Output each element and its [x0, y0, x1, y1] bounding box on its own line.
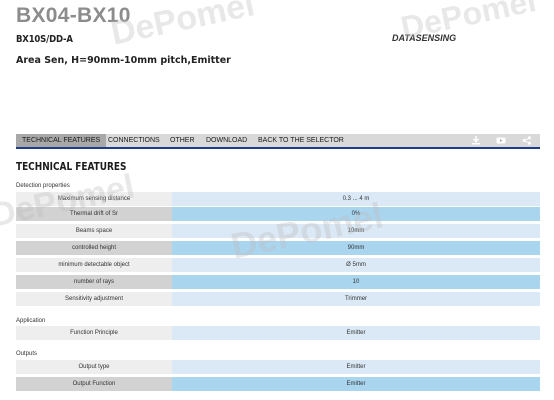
table-row: Output Function Emitter [16, 377, 540, 391]
table-row: Function Principle Emitter [16, 326, 540, 340]
row-label: Output type [16, 360, 172, 374]
section-title: TECHNICAL FEATURES [16, 161, 127, 173]
tab-download[interactable]: DOWNLOAD [206, 134, 247, 147]
row-label: Thermal drift of Sr [16, 207, 172, 221]
tab-connections[interactable]: CONNECTIONS [108, 134, 160, 147]
tab-back-to-selector[interactable]: BACK TO THE SELECTOR [258, 134, 344, 147]
row-value: Emitter [172, 377, 540, 391]
share-icon[interactable] [522, 136, 532, 145]
table-row: Output type Emitter [16, 360, 540, 374]
tab-other[interactable]: OTHER [170, 134, 195, 147]
table-row: minimum detectable object Ø 5mm [16, 258, 540, 272]
row-label: Beams space [16, 224, 172, 238]
model-code: BX10S/DD-A [16, 34, 73, 45]
brand-logo: DATASENSING [392, 33, 457, 43]
table-row: Beams space 10mm [16, 224, 540, 238]
tab-bar: TECHNICAL FEATURES CONNECTIONS OTHER DOW… [16, 134, 540, 149]
row-label: controlled height [16, 241, 172, 255]
table-row: Sensitivity adjustment Trimmer [16, 292, 540, 306]
table-row: Thermal drift of Sr 0% [16, 207, 540, 221]
row-value: 10mm [172, 224, 540, 238]
table-row: controlled height 90mm [16, 241, 540, 255]
row-label: minimum detectable object [16, 258, 172, 272]
video-icon[interactable] [496, 136, 506, 145]
product-title: BX04-BX10 [16, 4, 131, 27]
row-label: Sensitivity adjustment [16, 292, 172, 306]
table-row: Maximum sensing distance 0.3 ... 4 m [16, 192, 540, 206]
row-value: 90mm [172, 241, 540, 255]
row-label: Maximum sensing distance [16, 192, 172, 206]
row-value: Emitter [172, 360, 540, 374]
row-value: Ø 5mm [172, 258, 540, 272]
group-title-detection: Detection properties [16, 183, 70, 189]
table-row: number of rays 10 [16, 275, 540, 289]
row-value: 10 [172, 275, 540, 289]
product-subtitle: Area Sen, H=90mm-10mm pitch,Emitter [16, 55, 231, 66]
row-label: Output Function [16, 377, 172, 391]
row-value: 0% [172, 207, 540, 221]
row-value: Trimmer [172, 292, 540, 306]
group-title-outputs: Outputs [16, 351, 38, 357]
row-label: number of rays [16, 275, 172, 289]
row-label: Function Principle [16, 326, 172, 340]
group-title-application: Application [16, 318, 46, 324]
download-icon[interactable] [471, 136, 481, 145]
tab-technical-features[interactable]: TECHNICAL FEATURES [16, 134, 107, 147]
row-value: 0.3 ... 4 m [172, 192, 540, 206]
row-value: Emitter [172, 326, 540, 340]
